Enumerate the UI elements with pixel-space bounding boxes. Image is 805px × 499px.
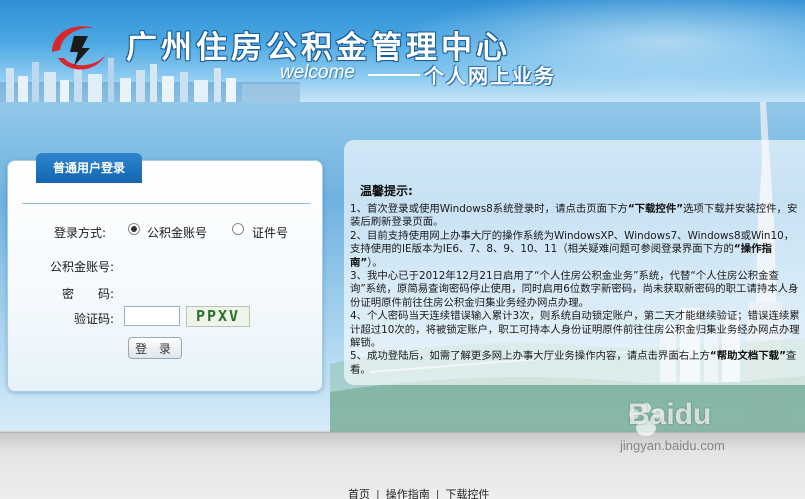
login-divider [22, 203, 310, 204]
notice-item: 1、首次登录或使用Windows8系统登录时，请点击页面下方“下载控件”选项下载… [350, 203, 798, 229]
password-label: 密 码: [62, 287, 115, 301]
notice-title: 温馨提示: [360, 184, 413, 198]
radio-account-number[interactable] [128, 223, 140, 235]
notice-item: 4、个人密码当天连续错误输入累计3次，则系统自动锁定账户，第二天才能继续验证；错… [350, 310, 800, 350]
login-tab[interactable]: 普通用户登录 [36, 153, 142, 183]
footer-separator: | [376, 488, 380, 499]
footer-link-download-control[interactable]: 下载控件 [445, 488, 489, 499]
notice-item: 5、成功登陆后，如需了解更多网上办事大厅业务操作内容，请点击界面右上方“帮助文档… [350, 350, 797, 376]
captcha-label: 验证码: [74, 312, 115, 326]
footer-link-home[interactable]: 首页 [348, 488, 370, 499]
footer-links: 首页 | 操作指南 | 下载控件 [348, 486, 489, 499]
login-panel: 普通用户登录 登录方式: 公积金账号 证件号 公积金账号: 密 码: 验证码: … [7, 153, 323, 392]
radio-id-number[interactable] [232, 223, 244, 235]
captcha-image[interactable]: PPXV [186, 306, 250, 327]
radio-id-number-label[interactable]: 证件号 [252, 224, 288, 241]
notice-body: 1、首次登录或使用Windows8系统登录时，请点击页面下方“下载控件”选项下载… [350, 203, 802, 377]
welcome-text: welcome [280, 62, 355, 83]
watermark-url: jingyan.baidu.com [620, 438, 725, 453]
notice-item: 2、目前支持使用网上办事大厅的操作系统为WindowsXP、Windows7、W… [350, 229, 795, 269]
notice-panel: 温馨提示: 1、首次登录或使用Windows8系统登录时，请点击页面下方“下载控… [344, 140, 805, 385]
welcome-divider [368, 74, 420, 76]
radio-account-number-label[interactable]: 公积金账号 [147, 224, 207, 241]
login-button[interactable]: 登 录 [128, 337, 182, 359]
footer-separator: | [435, 488, 440, 499]
hpf-logo-icon [52, 26, 106, 70]
site-subtitle: 个人网上业务 [424, 64, 556, 88]
footer-link-guide[interactable]: 操作指南 [386, 488, 430, 499]
account-label: 公积金账号: [50, 260, 115, 274]
captcha-input[interactable] [124, 306, 180, 326]
login-method-label: 登录方式: [54, 226, 107, 240]
header-banner: 广州住房公积金管理中心 welcome 个人网上业务 [0, 0, 805, 102]
notice-item: 3、我中心已于2012年12月21日启用了“个人住房公积金业务”系统，代替“个人… [350, 270, 799, 309]
watermark-brand: Baidu [628, 398, 712, 431]
